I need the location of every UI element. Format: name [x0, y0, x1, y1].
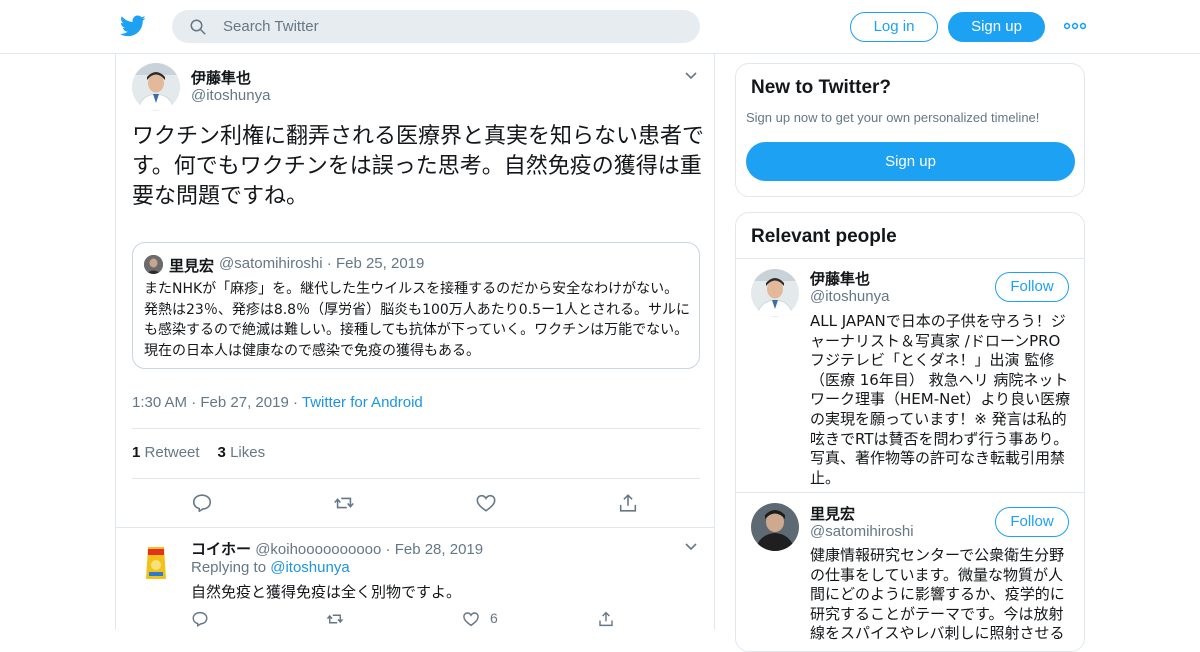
tweet-stats: 1 Retweet 3 Likes	[132, 444, 265, 461]
person-bio: 健康情報研究センターで公衆衛生分野の仕事をしています。微量な物質が人間にどのよう…	[810, 546, 1065, 643]
replying-to: Replying to @itoshunya	[191, 559, 350, 576]
author-name[interactable]: 伊藤隼也	[191, 67, 251, 88]
tweet-text: ワクチン利権に翻弄される医療界と真実を知らない患者です。何でもワクチンをは誤った…	[132, 124, 705, 209]
search-icon	[190, 19, 206, 35]
divider	[132, 478, 700, 479]
replying-to-label: Replying to	[191, 559, 267, 576]
reply-icon[interactable]	[191, 610, 209, 628]
person-bio: ALL JAPANで日本の子供を守ろう！ジャーナリスト＆写真家 /ドローンPRO…	[810, 312, 1071, 487]
card-title: New to Twitter?	[751, 77, 892, 98]
divider	[736, 258, 1084, 259]
likes-stat[interactable]: 3 Likes	[218, 444, 266, 461]
main-tweet-column: 伊藤隼也 @itoshunya ワクチン利権に翻弄される医療界と真実を知らない患…	[115, 54, 715, 630]
retweet-icon[interactable]	[326, 610, 344, 628]
tweet-timestamp: 1:30 AM · Feb 27, 2019 · Twitter for And…	[132, 394, 423, 411]
person-handle[interactable]: @satomihiroshi	[810, 523, 914, 540]
reply-author-name[interactable]: コイホー	[191, 540, 251, 558]
person-handle[interactable]: @itoshunya	[810, 288, 889, 305]
snack-bag-icon	[132, 539, 180, 587]
divider	[116, 527, 714, 528]
signup-button[interactable]: Sign up	[948, 12, 1045, 42]
like-icon[interactable]	[462, 610, 480, 628]
search-bar[interactable]: Search Twitter	[172, 10, 700, 43]
card-title: Relevant people	[751, 226, 897, 247]
tweet-time[interactable]: 1:30 AM	[132, 394, 187, 411]
avatar[interactable]	[132, 63, 180, 111]
reply-icon[interactable]	[191, 492, 213, 514]
share-icon[interactable]	[617, 492, 639, 514]
separator-dot: ·	[385, 541, 395, 558]
quoted-meta: @satomihiroshi · Feb 25, 2019	[219, 255, 424, 272]
person-photo-icon	[751, 269, 799, 317]
signup-button[interactable]: Sign up	[746, 142, 1075, 181]
separator-dot: ·	[292, 394, 302, 411]
search-input[interactable]: Search Twitter	[223, 18, 319, 35]
avatar	[144, 255, 163, 274]
retweet-icon[interactable]	[333, 492, 355, 514]
reply-date[interactable]: Feb 28, 2019	[395, 541, 483, 558]
follow-button[interactable]: Follow	[995, 272, 1069, 302]
divider	[736, 492, 1084, 493]
quoted-author-name: 里見宏	[169, 257, 215, 275]
person-photo-icon	[751, 503, 799, 551]
reply-author-handle[interactable]: @koihoooooooooo	[255, 541, 381, 558]
separator-dot: ·	[326, 255, 336, 272]
avatar[interactable]	[132, 539, 180, 587]
tweet-source-link[interactable]: Twitter for Android	[302, 394, 423, 411]
author-handle[interactable]: @itoshunya	[191, 87, 270, 104]
card-subtitle: Sign up now to get your own personalized…	[746, 110, 1040, 125]
reply-header: コイホー @koihoooooooooo · Feb 28, 2019	[191, 538, 483, 559]
tweet-date[interactable]: Feb 27, 2019	[200, 394, 288, 411]
chevron-down-icon[interactable]	[684, 542, 698, 552]
relevant-people-card: Relevant people 伊藤隼也 @itoshunya Follow A…	[735, 212, 1085, 652]
avatar[interactable]	[751, 503, 799, 551]
person-photo-icon	[144, 255, 163, 274]
reply-like-count: 6	[490, 610, 498, 626]
share-icon[interactable]	[597, 610, 615, 628]
person-photo-icon	[132, 63, 180, 111]
follow-button[interactable]: Follow	[995, 507, 1069, 537]
replying-to-handle[interactable]: @itoshunya	[270, 559, 349, 576]
more-dots-icon[interactable]	[1064, 22, 1086, 30]
quoted-tweet-card[interactable]: 里見宏 @satomihiroshi · Feb 25, 2019 またNHKが…	[132, 242, 700, 369]
retweet-stat[interactable]: 1 Retweet	[132, 444, 200, 461]
quoted-author-handle: @satomihiroshi	[219, 255, 323, 272]
quoted-tweet-text: またNHKが「麻疹」を。継代した生ウイルスを接種するのだから安全なわけがない。発…	[144, 281, 690, 359]
top-navigation-bar: Search Twitter Log in Sign up	[0, 0, 1200, 54]
quoted-date: Feb 25, 2019	[335, 255, 425, 272]
separator-dot: ·	[191, 394, 201, 411]
chevron-down-icon[interactable]	[684, 71, 698, 81]
like-icon[interactable]	[475, 492, 497, 514]
twitter-bird-icon[interactable]	[120, 13, 146, 39]
divider	[132, 428, 700, 429]
person-name[interactable]: 里見宏	[810, 503, 855, 524]
person-name[interactable]: 伊藤隼也	[810, 268, 870, 289]
reply-text: 自然免疫と獲得免疫は全く別物ですよ。	[191, 583, 462, 601]
avatar[interactable]	[751, 269, 799, 317]
new-to-twitter-card: New to Twitter? Sign up now to get your …	[735, 63, 1085, 197]
login-button[interactable]: Log in	[850, 12, 938, 42]
